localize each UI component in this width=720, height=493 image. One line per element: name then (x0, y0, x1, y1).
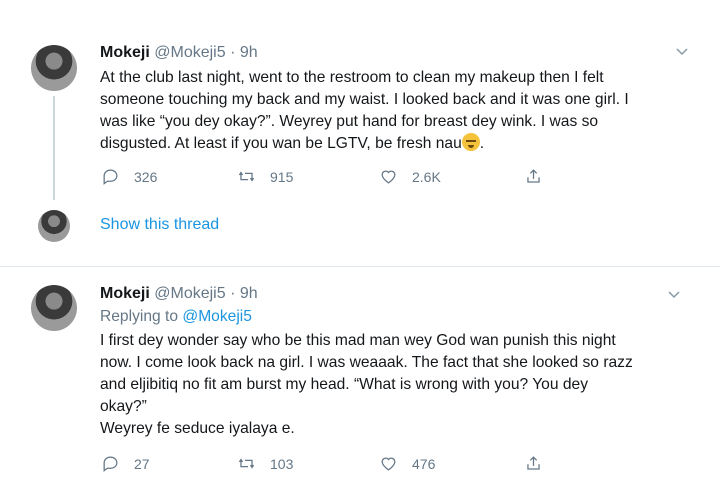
tweet-header: Mokeji @Mokeji5 · 9h (100, 44, 258, 62)
share-icon (527, 169, 540, 183)
share-button[interactable] (524, 454, 557, 473)
reply-icon (103, 456, 118, 472)
timestamp[interactable]: · 9h (230, 285, 258, 302)
retweet-count: 915 (270, 168, 294, 185)
tweet-text-span: disgusted. At least if you wan be LGTV, … (100, 135, 462, 152)
tweet-actions: 326 915 2.6K (101, 167, 557, 186)
tweet-text-line: Weyrey fe seduce iyalaya e. (100, 420, 295, 437)
replying-to-label: Replying to (100, 308, 179, 325)
tweet-header: Mokeji @Mokeji5 · 9h (100, 285, 258, 303)
tweet-text-line: At the club last night, went to the rest… (100, 69, 604, 86)
replying-to-link[interactable]: @Mokeji5 (182, 308, 252, 325)
tweet-text-line: I first dey wonder say who be this mad m… (100, 332, 616, 349)
share-icon (527, 456, 540, 470)
tweet-text-line: and eljibitiq no fit am burst my head. “… (100, 376, 588, 393)
retweet-count: 103 (270, 455, 294, 472)
chevron-down-icon[interactable] (676, 44, 688, 59)
reply-icon (103, 169, 118, 185)
author-name[interactable]: Mokeji (100, 44, 150, 61)
retweet-button[interactable]: 915 (237, 167, 379, 186)
like-icon (381, 457, 396, 471)
tweet-text-span: . (479, 135, 485, 152)
timestamp[interactable]: · 9h (230, 44, 258, 61)
tweet-text-line: disgusted. At least if you wan be LGTV, … (100, 133, 700, 155)
tweet[interactable]: Mokeji @Mokeji5 · 9h Replying to @Mokeji… (0, 267, 720, 493)
tweet-text-line: was like “you dey okay?”. Weyrey put han… (100, 113, 599, 130)
tweet-text-line: someone touching my back and my waist. I… (100, 91, 629, 108)
reply-count: 27 (134, 455, 150, 472)
like-count: 476 (412, 455, 436, 472)
share-button[interactable] (524, 167, 557, 186)
reply-button[interactable]: 326 (101, 167, 237, 186)
retweet-icon (238, 171, 255, 182)
reply-button[interactable]: 27 (101, 454, 237, 473)
retweet-icon (238, 458, 255, 469)
emoji-icon (461, 133, 480, 151)
like-icon (381, 170, 396, 184)
author-handle[interactable]: @Mokeji5 (154, 44, 225, 61)
reply-count: 326 (134, 168, 158, 185)
like-count: 2.6K (412, 168, 441, 185)
tweet-text-line: okay?” (100, 398, 147, 415)
like-button[interactable]: 476 (379, 454, 524, 473)
retweet-button[interactable]: 103 (237, 454, 379, 473)
avatar[interactable] (38, 210, 70, 242)
replying-to: Replying to @Mokeji5 (100, 308, 252, 326)
show-thread-link[interactable]: Show this thread (100, 216, 219, 234)
author-handle[interactable]: @Mokeji5 (154, 285, 225, 302)
author-name[interactable]: Mokeji (100, 285, 150, 302)
like-button[interactable]: 2.6K (379, 167, 524, 186)
tweet[interactable]: Mokeji @Mokeji5 · 9h At the club last ni… (0, 0, 720, 250)
tweet-actions: 27 103 476 (101, 454, 557, 473)
avatar[interactable] (31, 285, 77, 331)
tweet-text-line: now. I come look back na girl. I was wea… (100, 354, 633, 371)
tweet-text: I first dey wonder say who be this mad m… (100, 330, 710, 440)
avatar[interactable] (31, 45, 77, 91)
tweet-text: At the club last night, went to the rest… (100, 67, 700, 155)
thread-line (53, 96, 55, 200)
chevron-down-icon[interactable] (668, 287, 680, 302)
